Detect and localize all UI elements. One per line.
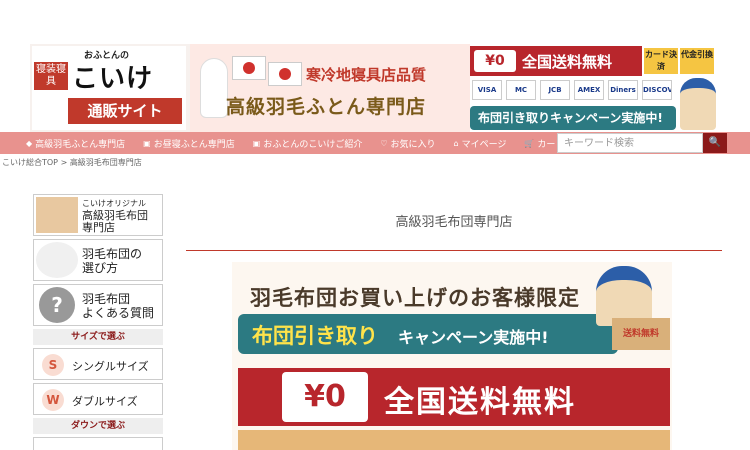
cardboard-box-icon: 送料無料 [612,318,670,350]
gold-decor-band [238,430,670,450]
japan-flag-icon [232,56,266,80]
nav-item-label: 高級羽毛ふとん専門店 [35,139,126,150]
free-shipping-band: ¥0 全国送料無料 [238,368,670,426]
nav-item-mypage[interactable]: ⌂ マイページ [454,132,507,154]
nav-items: ◆ 高級羽毛ふとん専門店 ▣ お昼寝ふとん専門店 ▣ おふとんのこいけご紹介 ♡… [26,132,582,154]
search-input[interactable] [557,133,703,153]
sidebar-item-how-to-choose[interactable]: 羽毛布団の 選び方 [33,239,163,281]
visa-icon: VISA [472,80,502,100]
japan-flag-icon [268,62,302,86]
nav-item-about[interactable]: ▣ おふとんのこいけご紹介 [253,132,363,154]
free-shipping-badge: ¥0 全国送料無料 [470,46,642,76]
sidebar-label-line: 羽毛布団の [82,247,143,261]
campaign-pill-rest: キャンペーン実施中! [398,328,549,347]
sidebar-label-line: 羽毛布団 [82,292,131,306]
question-icon: ? [39,287,75,323]
sidebar-item-label: 羽毛布団の 選び方 [82,247,162,275]
diamond-icon: ◆ [26,138,33,148]
site-logo[interactable]: おふとんの 寝装寝具 こいけ 通販サイト [32,46,186,130]
sidebar-label-line: 選び方 [82,261,119,275]
sidebar-item-original-shop[interactable]: こいけオリジナル 高級羽毛布団 専門店 [33,194,163,236]
sidebar-item-single[interactable]: S シングルサイズ [33,348,163,380]
header-banner: おふとんの 寝装寝具 こいけ 通販サイト 寒冷地寝具店品質 高級羽毛ふとん専門店… [30,44,720,132]
single-size-icon: S [42,354,64,376]
nav-item-label: マイページ [461,139,507,150]
card-payment-badge: カード決済 [644,48,678,74]
campaign-pill: 布団引き取り キャンペーン実施中! [238,314,618,354]
logo-side-text: 寝装寝具 [34,62,68,90]
size-label: ダブルサイズ [72,395,138,408]
campaign-pill-strong: 布団引き取り [252,324,378,348]
mastercard-icon: MC [506,80,536,100]
campaign-banner[interactable]: 羽毛布団お買い上げのお客様限定 布団引き取り キャンペーン実施中! 送料無料 ¥… [232,262,672,450]
payment-cards: VISA MC JCB AMEX Diners DISCOVER [472,80,672,102]
sidebar: こいけオリジナル 高級羽毛布団 専門店 羽毛布団の 選び方 ? 羽毛布団 よくあ… [33,194,163,450]
campaign-headline: 羽毛布団お買い上げのお客様限定 [250,286,580,310]
sidebar-label-line: 専門店 [82,221,115,234]
jcb-icon: JCB [540,80,570,100]
sidebar-item-label: こいけオリジナル 高級羽毛布団 専門店 [82,198,162,234]
sidebar-label-line: よくある質問 [82,306,155,320]
sidebar-item-faq[interactable]: ? 羽毛布団 よくある質問 [33,284,163,326]
store-icon: ▣ [252,138,261,148]
sidebar-item-duck-down[interactable] [33,437,163,450]
brand-banner[interactable]: 寒冷地寝具店品質 高級羽毛ふとん専門店 [190,44,470,132]
delivery-staff-icon [596,266,652,326]
nav-item-label: お気に入り [390,139,436,150]
duck-icon [200,58,228,118]
cod-badge: 代金引換 [680,48,714,74]
breadcrumb-current: 高級羽毛布団専門店 [69,158,142,167]
store-icon: ▣ [143,138,151,148]
free-shipping-text: 全国送料無料 [384,385,576,420]
promo-banner[interactable]: ¥0 全国送料無料 カード決済 代金引換 VISA MC JCB AMEX Di… [470,44,720,132]
search-button[interactable]: 🔍 [703,133,727,153]
logo-main-text: こいけ [72,64,154,94]
size-section-heading: サイズで選ぶ [33,329,163,345]
banner-title: 高級羽毛ふとん専門店 [226,96,427,118]
cart-icon: 🛒 [524,138,535,148]
amex-icon: AMEX [574,80,604,100]
nav-item-luxury-down[interactable]: ◆ 高級羽毛ふとん専門店 [26,132,125,154]
delivery-staff-icon [680,78,716,130]
sidebar-item-label: 羽毛布団 よくある質問 [82,292,162,320]
down-section-heading: ダウンで選ぶ [33,418,163,434]
pickup-campaign-banner: 布団引き取りキャンペーン実施中! [470,106,676,130]
home-icon: ⌂ [453,138,459,148]
breadcrumb: こいけ総合TOP > 高級羽毛布団専門店 [2,157,142,168]
nav-item-favorites[interactable]: ♡ お気に入り [380,132,435,154]
feather-thumbnail [36,242,78,278]
diners-icon: Diners [608,80,638,100]
double-size-icon: W [42,389,64,411]
size-label: シングルサイズ [72,360,149,373]
search-icon: 🔍 [708,137,722,148]
title-divider [186,250,722,251]
nav-item-label: おふとんのこいけご紹介 [263,139,363,150]
nav-item-label: お昼寝ふとん専門店 [153,139,235,150]
breadcrumb-home[interactable]: こいけ総合TOP [2,158,58,167]
nav-item-nap-futon[interactable]: ▣ お昼寝ふとん専門店 [143,132,235,154]
free-shipping-text: 全国送料無料 [522,53,613,71]
truck-icon: ¥0 [474,50,516,72]
page-title: 高級羽毛布団専門店 [395,215,513,230]
breadcrumb-separator: > [60,158,68,167]
duvet-thumbnail [36,197,78,233]
discover-icon: DISCOVER [642,80,672,100]
logo-sub-text: 通販サイト [68,98,182,124]
truck-icon: ¥0 [282,372,368,422]
heart-icon: ♡ [380,138,388,148]
sidebar-item-double[interactable]: W ダブルサイズ [33,383,163,415]
banner-tagline: 寒冷地寝具店品質 [306,66,427,84]
global-nav: ◆ 高級羽毛ふとん専門店 ▣ お昼寝ふとん専門店 ▣ おふとんのこいけご紹介 ♡… [0,132,750,154]
